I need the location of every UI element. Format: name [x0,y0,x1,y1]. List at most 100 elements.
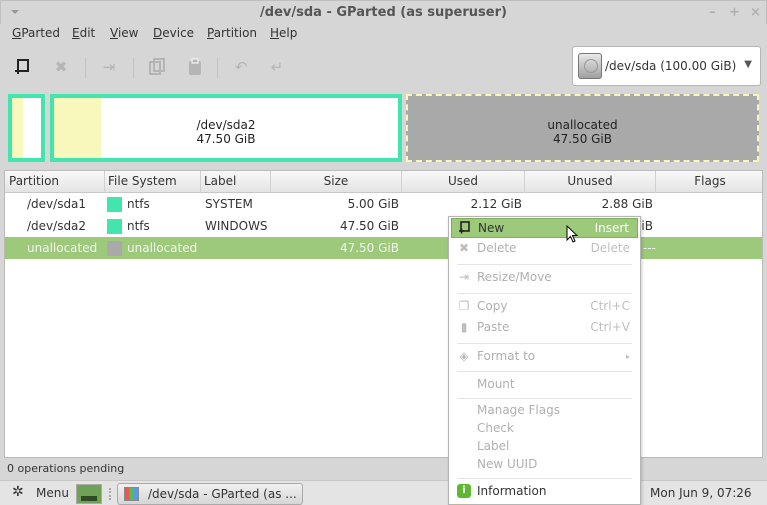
filesystem-cell: unallocated [127,241,198,255]
menu-help[interactable]: Help [270,26,297,40]
paste-icon[interactable] [186,58,204,76]
table-row-selected[interactable]: unallocated unallocated 47.50 GiB --- [5,237,762,259]
delete-icon[interactable]: ✖ [52,58,70,76]
table-row[interactable]: /dev/sda1 ntfs SYSTEM 5.00 GiB 2.12 GiB … [5,193,762,215]
paste-icon: ▮ [460,320,468,334]
size-cell: 47.50 GiB [339,241,399,255]
show-desktop-button[interactable] [76,484,102,504]
menu-item-label: Mount [477,377,515,391]
menu-item-label: New [478,221,505,235]
device-selector[interactable]: /dev/sda (100.00 GiB) ▼ [572,46,761,86]
resize-move-icon[interactable]: ⇥ [100,58,118,76]
column-header-partition[interactable]: Partition [5,171,105,193]
partition-size: 47.50 GiB [552,132,613,146]
new-partition-icon[interactable] [14,58,32,76]
partition-table: Partition File System Label Size Used Un… [4,170,763,458]
menu-item-mount[interactable]: Mount [451,375,638,395]
menu-item-manage-flags[interactable]: Manage Flags [451,401,638,421]
size-cell: 5.00 GiB [347,197,399,211]
disk-map: /dev/sda2 47.50 GiB unallocated 47.50 Gi… [4,92,763,164]
menu-item-new[interactable]: New Insert [451,218,638,238]
menu-item-format-to[interactable]: ◈ Format to ▸ [451,347,638,367]
menu-item-information[interactable]: i Information [451,482,638,502]
new-partition-icon [458,221,472,235]
status-text: 0 operations pending [7,462,125,475]
menu-item-label: Manage Flags [477,403,560,417]
toolbar-separator [217,58,218,78]
disk-map-partition-sda2[interactable]: /dev/sda2 47.50 GiB [50,94,402,162]
menu-item-resize-move[interactable]: ⇥ Resize/Move [451,268,638,288]
partition-name: /dev/sda2 [196,118,256,132]
dropdown-arrow-icon: ▼ [744,59,752,70]
resize-move-icon: ⇥ [458,270,470,284]
used-space-bar [12,98,23,158]
toolbar-separator [133,58,134,78]
apply-icon[interactable]: ↵ [268,58,286,76]
menu-item-shortcut: Insert [594,221,629,235]
toolbar-separator [85,58,86,78]
menu-bar: GParted Edit View Device Partition Help [0,24,767,44]
filesystem-color-swatch [107,241,122,256]
close-button[interactable]: × [750,5,761,20]
hard-disk-icon [578,53,602,79]
size-cell: 47.50 GiB [339,219,399,233]
menu-gparted[interactable]: GParted [12,26,60,40]
menu-item-label: Check [477,421,514,435]
clock[interactable]: Mon Jun 9, 07:26 [650,486,752,500]
menu-item-new-uuid[interactable]: New UUID [451,455,638,475]
column-header-filesystem[interactable]: File System [105,171,201,193]
unused-cell: 2.88 GiB [601,197,653,211]
status-bar: 0 operations pending [0,458,767,480]
format-icon: ◈ [459,349,469,363]
menu-item-label: Copy [477,299,508,313]
taskbar-window-button[interactable]: /dev/sda - GParted (as ... [117,483,303,505]
copy-icon[interactable] [148,58,166,76]
gear-icon[interactable]: ✲ [12,484,24,500]
menu-item-shortcut: Ctrl+C [590,299,630,313]
menu-item-copy[interactable]: ❐ Copy Ctrl+C [451,297,638,317]
menu-item-label: Information [477,484,547,498]
menu-item-label: Paste [477,320,510,334]
disk-map-partition-sda1[interactable] [8,94,45,162]
gparted-app-icon [124,487,139,501]
menu-edit[interactable]: Edit [72,26,95,40]
menu-item-shortcut: Delete [590,241,630,255]
taskbar: ✲ Menu /dev/sda - GParted (as ... Mon Ju… [0,480,767,505]
menu-device[interactable]: Device [153,26,194,40]
disk-map-unallocated[interactable]: unallocated 47.50 GiB [406,94,759,162]
menu-item-label: New UUID [477,457,538,471]
menu-item-label: Resize/Move [477,270,552,284]
filesystem-cell: ntfs [127,197,150,211]
panel-handle [109,488,111,500]
title-bar: /dev/sda - GParted (as superuser) – + × [0,0,767,24]
menu-item-shortcut: Ctrl+V [590,320,630,334]
partition-cell: unallocated [27,241,98,255]
menu-item-delete[interactable]: ✖ Delete Delete [451,239,638,259]
menu-item-label[interactable]: Label [451,437,638,457]
column-header-flags[interactable]: Flags [656,171,764,193]
information-icon: i [457,484,471,498]
column-header-used[interactable]: Used [402,171,525,193]
menu-view[interactable]: View [110,26,138,40]
label-cell: SYSTEM [205,197,253,211]
menu-separator [457,264,632,265]
unused-cell: --- [643,241,656,255]
undo-icon[interactable]: ↶ [232,58,250,76]
menu-partition[interactable]: Partition [207,26,257,40]
used-cell: 2.12 GiB [470,197,522,211]
table-header: Partition File System Label Size Used Un… [5,171,762,193]
column-header-label[interactable]: Label [201,171,271,193]
column-header-unused[interactable]: Unused [525,171,656,193]
menu-item-check[interactable]: Check [451,419,638,439]
device-selector-label: /dev/sda (100.00 GiB) [605,59,737,73]
column-header-size[interactable]: Size [271,171,402,193]
taskbar-window-label: /dev/sda - GParted (as ... [148,487,297,501]
start-menu-button[interactable]: Menu [36,486,69,500]
table-row[interactable]: /dev/sda2 ntfs WINDOWS 47.50 GiB iB [5,215,762,237]
minimize-button[interactable]: – [709,5,716,20]
menu-separator [457,371,632,372]
menu-item-label: Label [477,439,510,453]
menu-item-paste[interactable]: ▮ Paste Ctrl+V [451,318,638,338]
maximize-button[interactable]: + [729,5,740,20]
filesystem-color-swatch [107,219,122,234]
